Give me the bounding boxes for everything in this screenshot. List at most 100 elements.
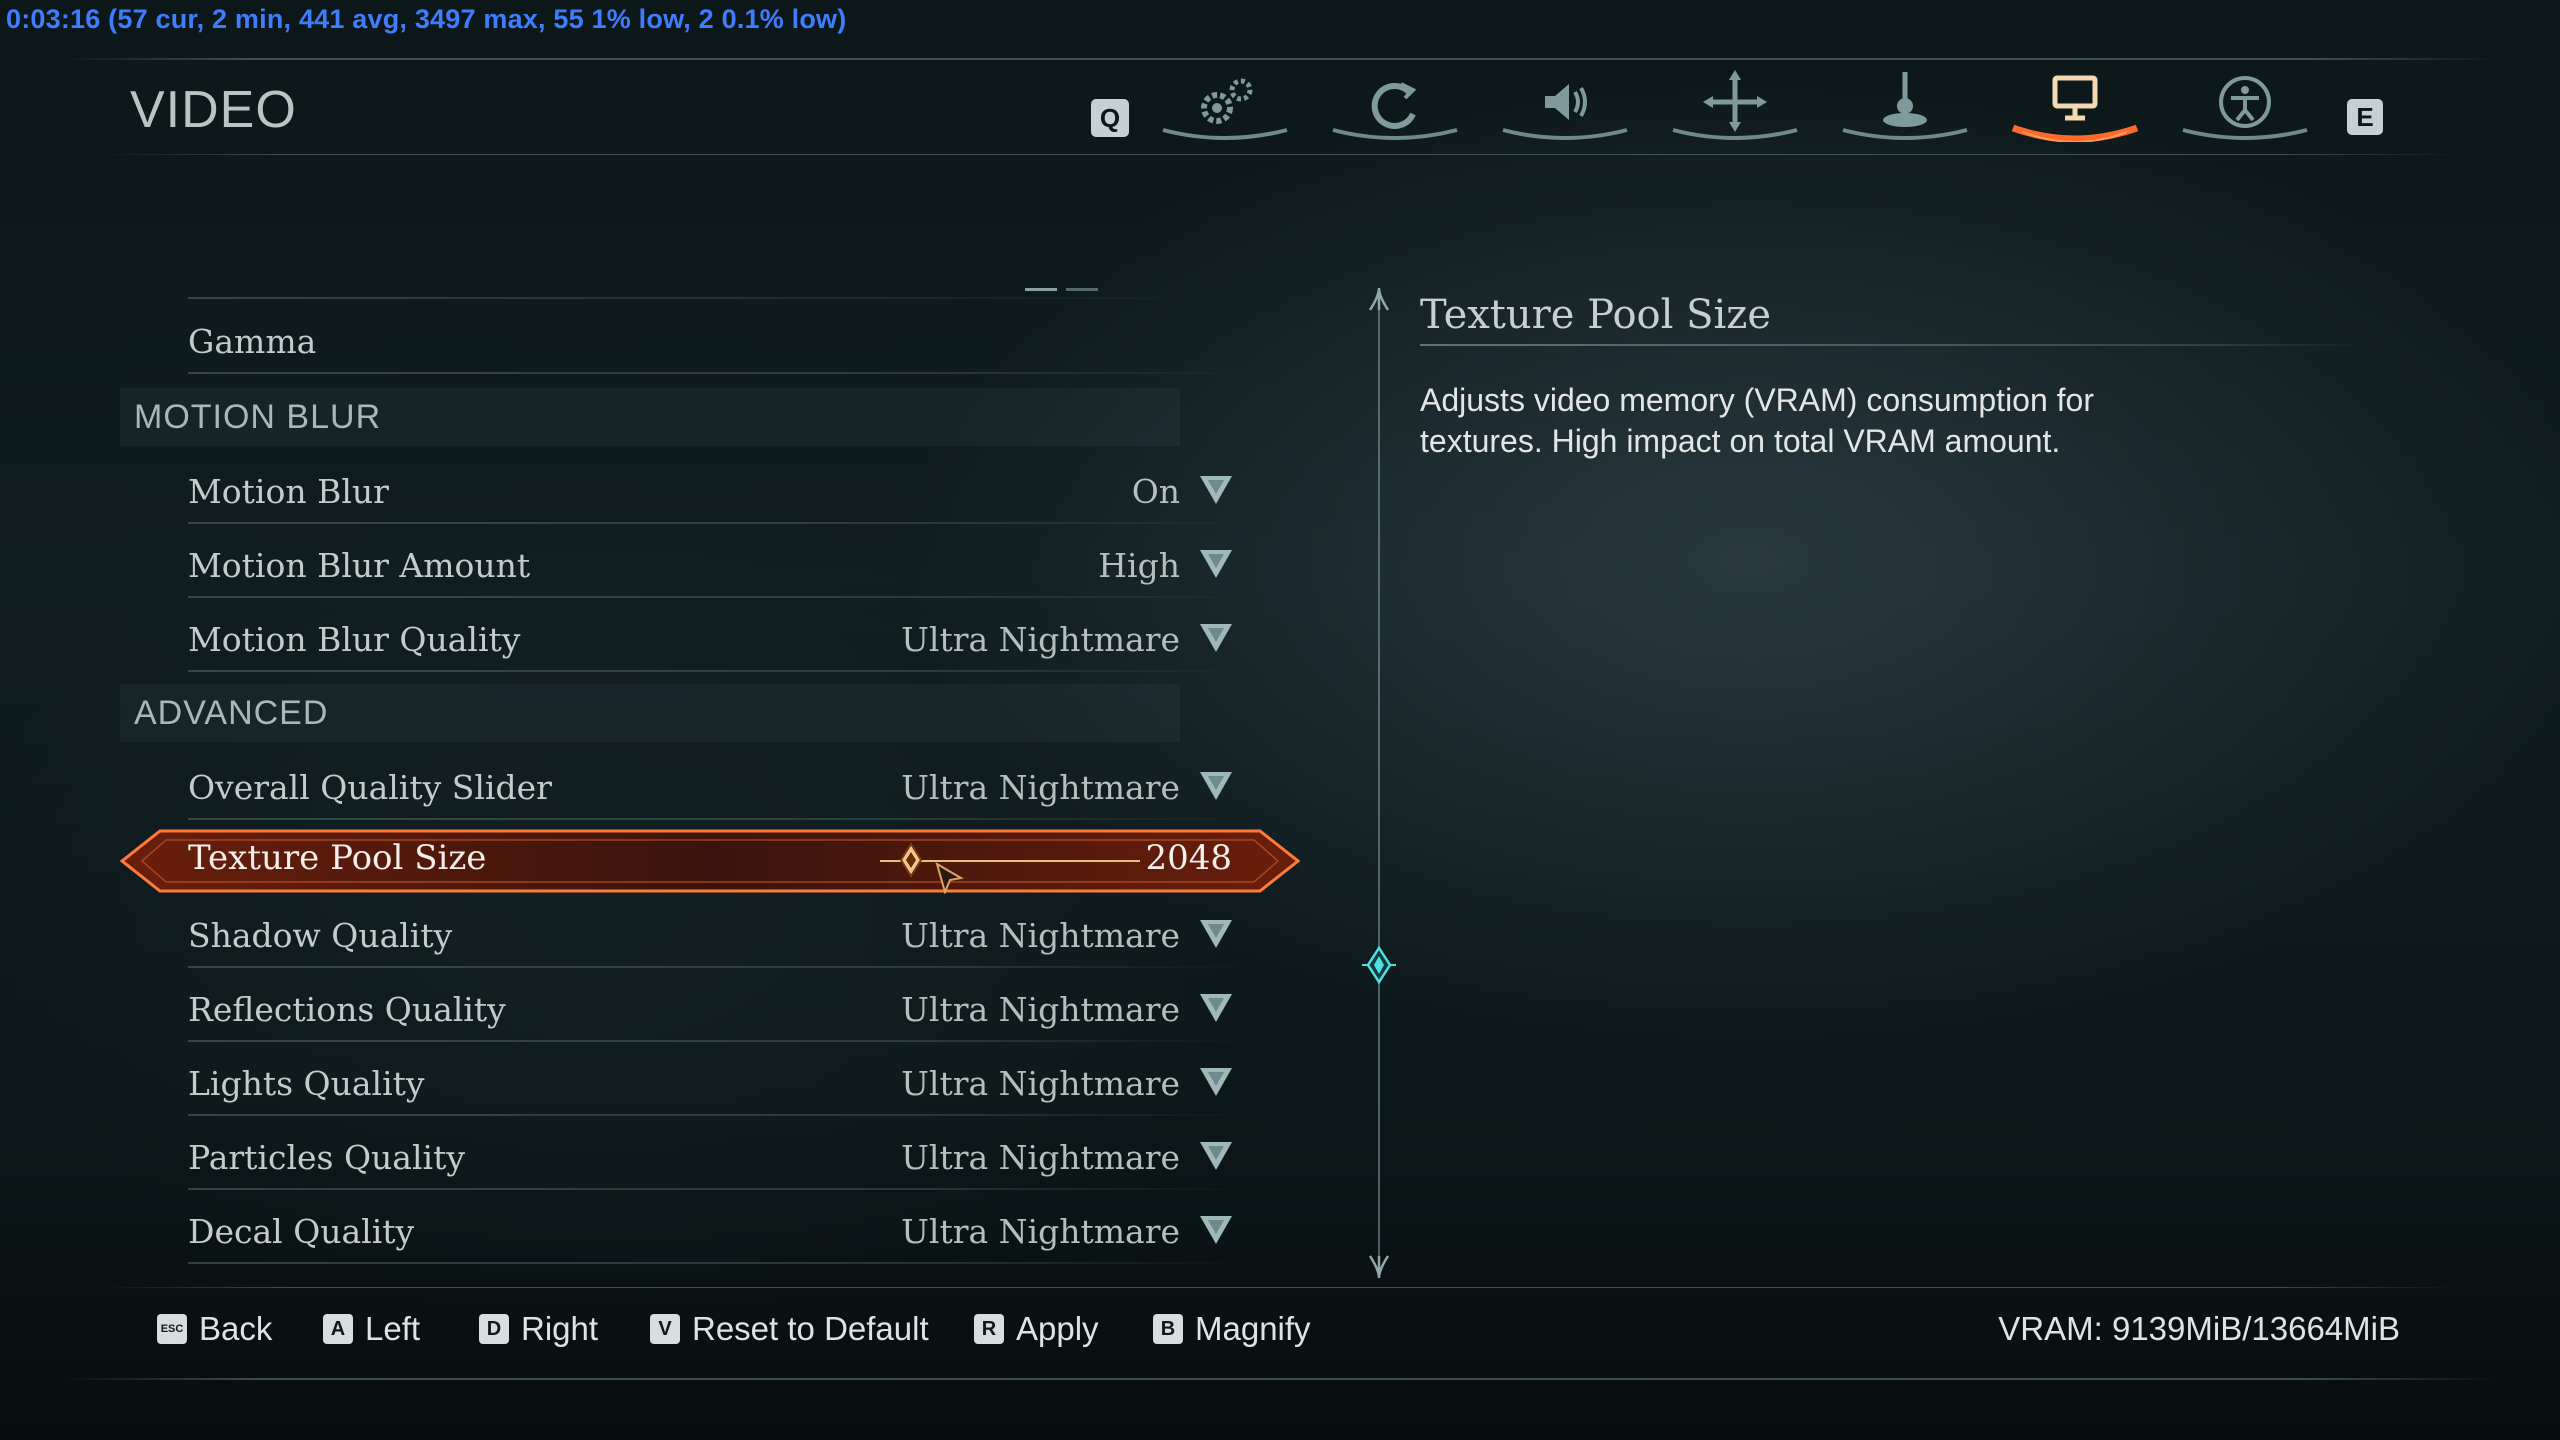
footer-label: Magnify (1195, 1310, 1311, 1347)
prev-tab-key[interactable]: Q (1091, 99, 1129, 137)
setting-row-motion-blur-quality[interactable]: Motion Blur Quality Ultra Nightmare (188, 608, 1248, 672)
footer-reset-button[interactable]: V Reset to Default (650, 1310, 929, 1348)
list-top-divider (188, 297, 1248, 299)
fps-counter-overlay: 0:03:16 (57 cur, 2 min, 441 avg, 3497 ma… (6, 4, 847, 34)
footer-label: Reset to Default (692, 1310, 929, 1347)
setting-value: 2048 (1145, 838, 1232, 878)
footer-apply-button[interactable]: R Apply (974, 1310, 1099, 1348)
gears-icon (1162, 78, 1288, 140)
setting-value: Ultra Nightmare (901, 990, 1180, 1029)
vram-usage: VRAM: 9139MiB/13664MiB (1998, 1310, 2400, 1347)
scroll-up-icon[interactable] (1366, 286, 1392, 312)
setting-label: Texture Pool Size (188, 838, 487, 878)
dropdown-arrow-icon[interactable] (1198, 918, 1234, 950)
joystick-icon (1842, 72, 1968, 140)
setting-row-motion-blur-amount[interactable]: Motion Blur Amount High (188, 534, 1248, 598)
footer-frame-top (100, 1287, 2460, 1288)
setting-value: Ultra Nightmare (901, 1064, 1180, 1103)
tab-video[interactable] (2000, 62, 2150, 152)
key-r: R (974, 1314, 1004, 1344)
setting-row-lights-quality[interactable]: Lights Quality Ultra Nightmare (188, 1052, 1248, 1116)
setting-value: Ultra Nightmare (901, 1212, 1180, 1251)
key-d: D (479, 1314, 509, 1344)
speaker-icon (1502, 84, 1628, 140)
key-a: A (323, 1314, 353, 1344)
row-divider (188, 1114, 1248, 1116)
row-divider (188, 818, 1248, 820)
setting-label: Motion Blur Amount (188, 546, 531, 585)
footer-right-button[interactable]: D Right (479, 1310, 598, 1348)
setting-label: Shadow Quality (188, 916, 453, 955)
tab-input[interactable] (1830, 62, 1980, 152)
footer-left-button[interactable]: A Left (323, 1310, 420, 1348)
row-divider (188, 596, 1248, 598)
setting-row-texture-pool-size[interactable]: Texture Pool Size 2048 (120, 828, 1300, 894)
swirl-icon (1332, 82, 1458, 140)
setting-value: High (1098, 546, 1180, 585)
dropdown-arrow-icon[interactable] (1198, 1066, 1234, 1098)
footer-label: Right (521, 1310, 599, 1347)
footer-label: Back (199, 1310, 273, 1347)
scrollbar-track (1378, 304, 1380, 1259)
dropdown-arrow-icon[interactable] (1198, 992, 1234, 1024)
section-title: MOTION BLUR (134, 397, 382, 436)
crosshair-icon (1672, 70, 1798, 140)
tab-accessibility[interactable] (2170, 62, 2320, 152)
scrollbar[interactable] (1362, 286, 1396, 1281)
page-title: VIDEO (130, 81, 297, 139)
footer-label: Left (365, 1310, 421, 1347)
key-v: V (650, 1314, 680, 1344)
tab-audio[interactable] (1490, 62, 1640, 152)
setting-row-shadow-quality[interactable]: Shadow Quality Ultra Nightmare (188, 904, 1248, 968)
description-text: Adjusts video memory (VRAM) consumption … (1420, 382, 2094, 459)
setting-row-gamma[interactable]: Gamma (188, 310, 1248, 374)
setting-value: On (1131, 472, 1180, 511)
slider-thumb-icon[interactable] (893, 842, 929, 878)
setting-label: Reflections Quality (188, 990, 506, 1029)
row-divider (188, 670, 1248, 672)
dropdown-arrow-icon[interactable] (1198, 1214, 1234, 1246)
setting-label: Decal Quality (188, 1212, 415, 1251)
setting-label: Lights Quality (188, 1064, 425, 1103)
scroll-thumb-icon[interactable] (1360, 946, 1398, 984)
section-title: ADVANCED (134, 693, 329, 732)
setting-row-particles-quality[interactable]: Particles Quality Ultra Nightmare (188, 1126, 1248, 1190)
row-divider (188, 1262, 1248, 1264)
setting-row-motion-blur[interactable]: Motion Blur On (188, 460, 1248, 524)
mouse-cursor-icon (935, 862, 964, 894)
section-header-advanced: ADVANCED (120, 684, 1180, 742)
description-title: Texture Pool Size (1420, 292, 1772, 338)
tab-controls[interactable] (1320, 62, 1470, 152)
setting-row-overall-quality[interactable]: Overall Quality Slider Ultra Nightmare (188, 756, 1248, 820)
scroll-hint-dash (1066, 288, 1098, 291)
footer-magnify-button[interactable]: B Magnify (1153, 1310, 1311, 1348)
tab-hud[interactable] (1660, 62, 1810, 152)
setting-row-reflections-quality[interactable]: Reflections Quality Ultra Nightmare (188, 978, 1248, 1042)
dropdown-arrow-icon[interactable] (1198, 1140, 1234, 1172)
setting-label: Motion Blur (188, 472, 389, 511)
description-title-underline (1420, 344, 2370, 346)
texture-pool-slider[interactable] (880, 842, 1140, 878)
header-frame-bottom (100, 154, 2460, 155)
row-divider (188, 1040, 1248, 1042)
setting-label: Gamma (188, 322, 317, 361)
accessibility-icon (2182, 76, 2308, 140)
header-frame-top (60, 58, 2500, 60)
setting-row-decal-quality[interactable]: Decal Quality Ultra Nightmare (188, 1200, 1248, 1264)
scroll-hint-dash (1025, 288, 1057, 291)
dropdown-arrow-icon[interactable] (1198, 622, 1234, 654)
next-tab-key[interactable]: E (2347, 99, 2383, 135)
footer-label: Apply (1016, 1310, 1099, 1347)
setting-value: Ultra Nightmare (901, 620, 1180, 659)
tab-gameplay[interactable] (1150, 62, 1300, 152)
footer-back-button[interactable]: ESC Back (157, 1310, 272, 1348)
setting-label: Motion Blur Quality (188, 620, 521, 659)
row-divider (188, 372, 1248, 374)
scroll-down-icon[interactable] (1366, 1254, 1392, 1280)
dropdown-arrow-icon[interactable] (1198, 770, 1234, 802)
setting-label: Particles Quality (188, 1138, 465, 1177)
row-divider (188, 1188, 1248, 1190)
dropdown-arrow-icon[interactable] (1198, 474, 1234, 506)
setting-label: Overall Quality Slider (188, 768, 552, 807)
dropdown-arrow-icon[interactable] (1198, 548, 1234, 580)
